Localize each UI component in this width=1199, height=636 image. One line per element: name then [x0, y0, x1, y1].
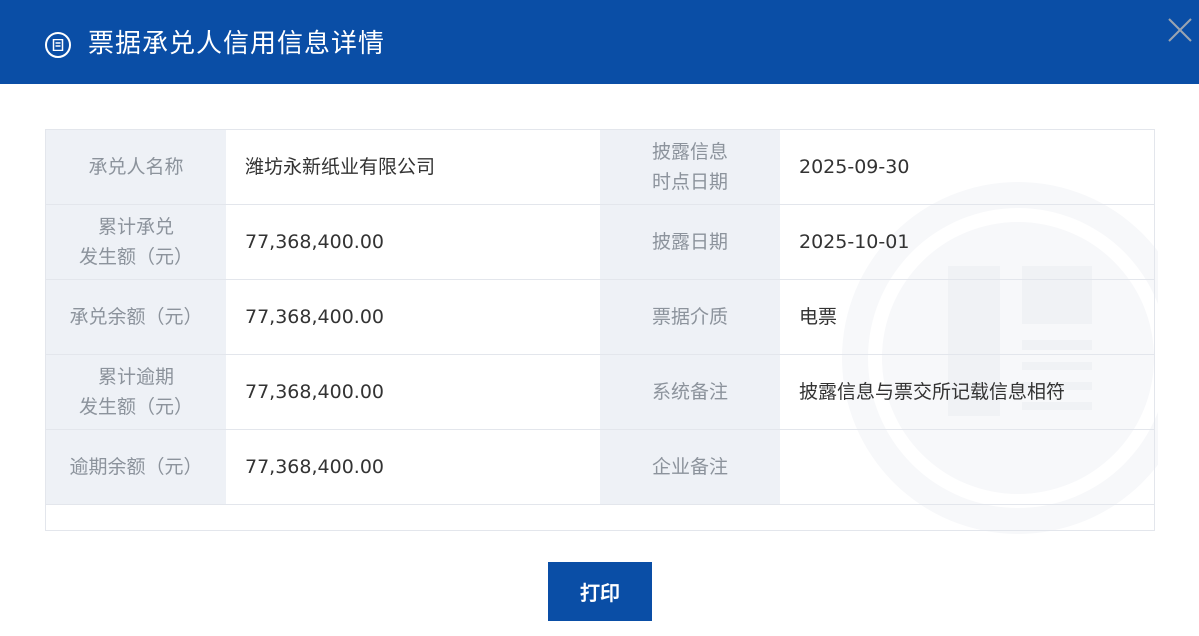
value-disclosure-date: 2025-10-01 — [799, 231, 910, 253]
value-acceptance-balance: 77,368,400.00 — [245, 306, 385, 328]
table-row: 累计承兑 发生额（元） 77,368,400.00 披露日期 2025-10-0… — [46, 205, 1154, 280]
value-overdue-balance: 77,368,400.00 — [245, 456, 385, 478]
table-row: 逾期余额（元） 77,368,400.00 企业备注 — [46, 430, 1154, 505]
print-button[interactable]: 打印 — [548, 562, 652, 621]
value-bill-medium: 电票 — [799, 306, 838, 328]
table-row: 承兑余额（元） 77,368,400.00 票据介质 电票 — [46, 280, 1154, 355]
label-acceptance-balance: 承兑余额（元） — [46, 280, 226, 354]
value-cumulative-overdue: 77,368,400.00 — [245, 381, 385, 403]
credit-info-modal: 票据承兑人信用信息详情 承兑人名称 潍坊永新纸业有限公司 披露信息 时点日期 2… — [0, 0, 1199, 636]
table-row: 承兑人名称 潍坊永新纸业有限公司 披露信息 时点日期 2025-09-30 — [46, 130, 1154, 205]
value-enterprise-remark — [780, 430, 1154, 504]
close-button[interactable] — [1163, 13, 1197, 47]
label-system-remark: 系统备注 — [600, 355, 780, 429]
table-row: 累计逾期 发生额（元） 77,368,400.00 系统备注 披露信息与票交所记… — [46, 355, 1154, 430]
label-cumulative-acceptance: 累计承兑 发生额（元） — [46, 205, 226, 279]
close-icon — [1168, 18, 1192, 42]
label-disclosure-date: 披露日期 — [600, 205, 780, 279]
document-list-icon — [45, 32, 71, 58]
value-system-remark: 披露信息与票交所记载信息相符 — [799, 381, 1066, 403]
label-acceptor-name: 承兑人名称 — [46, 130, 226, 204]
label-disclosure-point-date: 披露信息 时点日期 — [600, 130, 780, 204]
modal-header: 票据承兑人信用信息详情 — [0, 0, 1199, 84]
value-disclosure-point-date: 2025-09-30 — [799, 156, 910, 178]
credit-info-table: 承兑人名称 潍坊永新纸业有限公司 披露信息 时点日期 2025-09-30 累计… — [45, 129, 1155, 531]
value-cumulative-acceptance: 77,368,400.00 — [245, 231, 385, 253]
label-cumulative-overdue: 累计逾期 发生额（元） — [46, 355, 226, 429]
label-overdue-balance: 逾期余额（元） — [46, 430, 226, 504]
label-bill-medium: 票据介质 — [600, 280, 780, 354]
label-enterprise-remark: 企业备注 — [600, 430, 780, 504]
modal-title: 票据承兑人信用信息详情 — [88, 29, 386, 59]
value-acceptor-name: 潍坊永新纸业有限公司 — [245, 156, 436, 178]
